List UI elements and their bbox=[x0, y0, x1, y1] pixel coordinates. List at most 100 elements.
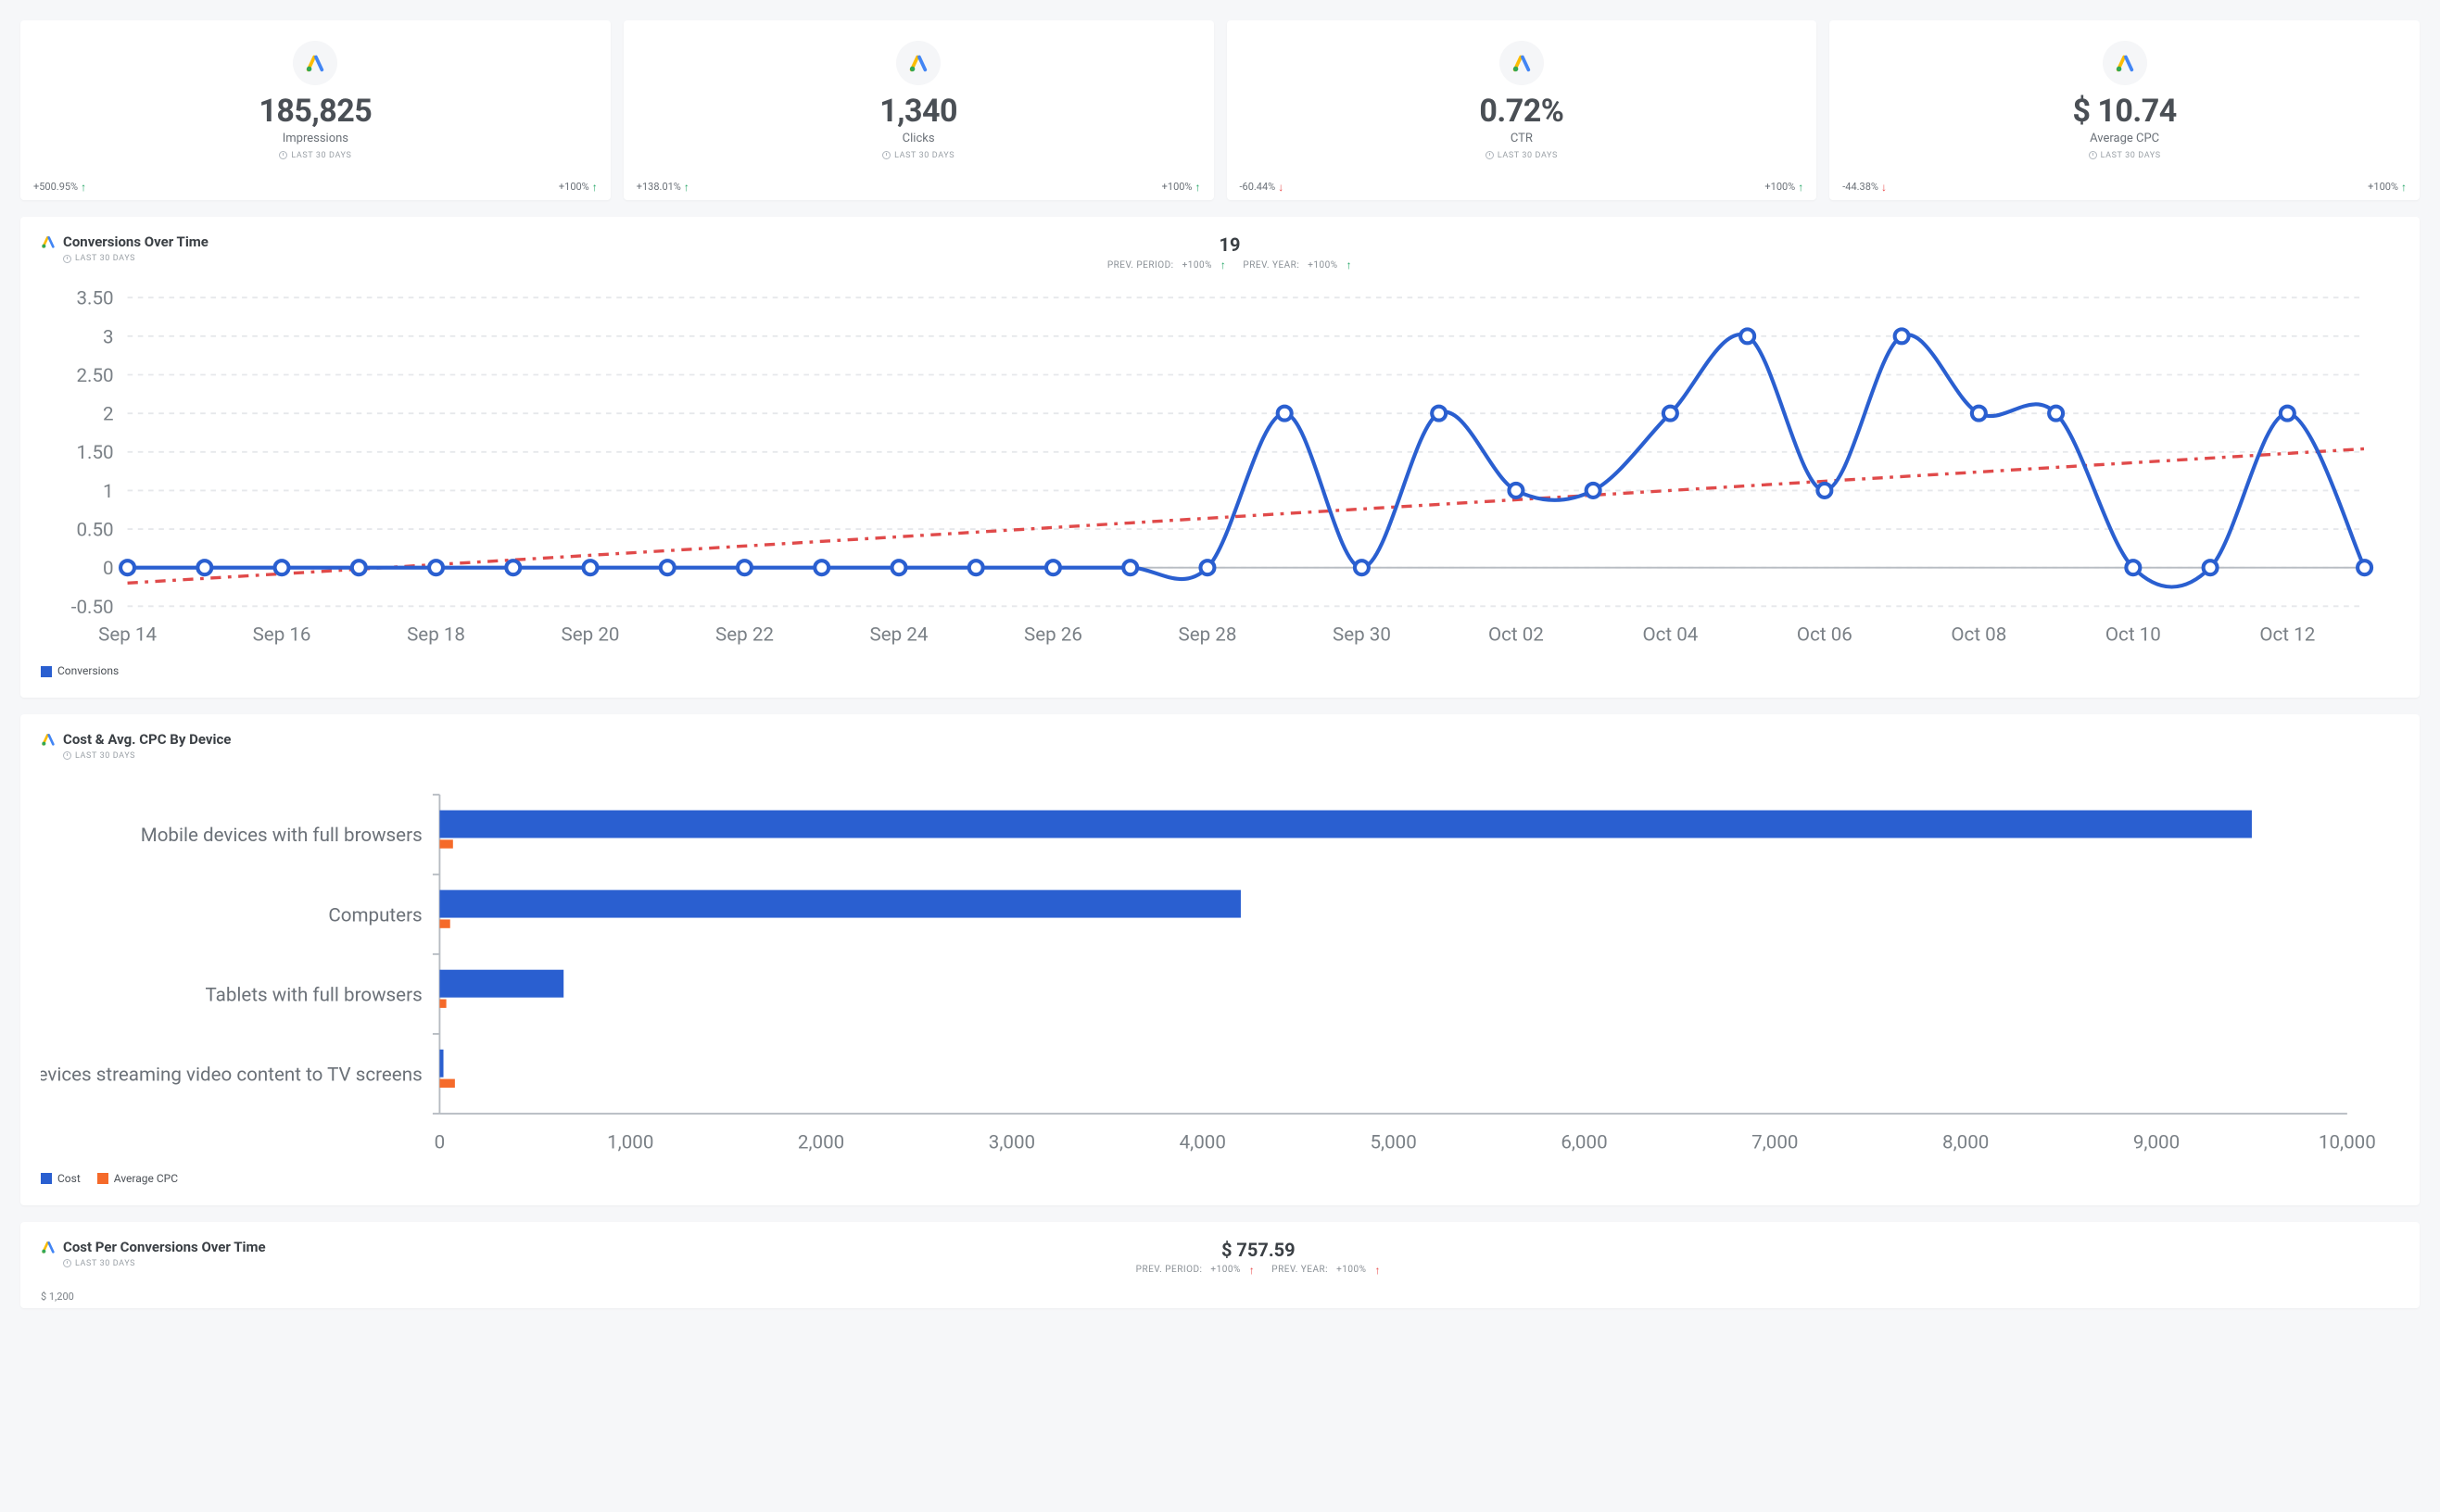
svg-text:2.50: 2.50 bbox=[76, 365, 113, 387]
svg-text:0: 0 bbox=[103, 558, 114, 580]
y-tick-peek: $ 1,200 bbox=[41, 1291, 2399, 1303]
clock-icon bbox=[279, 151, 287, 159]
svg-text:Sep 18: Sep 18 bbox=[407, 624, 465, 647]
clock-icon bbox=[1485, 151, 1494, 159]
google-ads-icon bbox=[41, 234, 56, 249]
chart-legend: Cost Average CPC bbox=[41, 1172, 2399, 1185]
kpi-period: LAST 30 DAYS bbox=[882, 151, 955, 160]
kpi-card-ctr: 0.72% CTR LAST 30 DAYS -60.44%↓ +100%↑ bbox=[1227, 20, 1817, 200]
svg-text:Mobile devices with full brows: Mobile devices with full browsers bbox=[141, 825, 423, 847]
kpi-row: 185,825 Impressions LAST 30 DAYS +500.95… bbox=[20, 20, 2420, 200]
kpi-delta-right: +100%↑ bbox=[559, 181, 598, 193]
svg-text:3,000: 3,000 bbox=[989, 1131, 1035, 1153]
svg-text:Tablets with full browsers: Tablets with full browsers bbox=[206, 984, 423, 1006]
panel-period: LAST 30 DAYS bbox=[63, 254, 209, 263]
svg-text:8,000: 8,000 bbox=[1942, 1131, 1989, 1153]
legend-swatch-cpc bbox=[97, 1173, 108, 1184]
prev-year-delta: PREV. YEAR: +100% ↑ bbox=[1243, 259, 1352, 271]
panel-period: LAST 30 DAYS bbox=[63, 1259, 266, 1268]
clock-icon bbox=[63, 255, 71, 263]
panel-cost-cpc-by-device: Cost & Avg. CPC By Device LAST 30 DAYS M… bbox=[20, 714, 2420, 1205]
svg-text:Computers: Computers bbox=[328, 904, 422, 926]
svg-text:Oct 06: Oct 06 bbox=[1797, 624, 1852, 647]
kpi-period: LAST 30 DAYS bbox=[279, 151, 351, 160]
kpi-period: LAST 30 DAYS bbox=[2089, 151, 2161, 160]
panel-cost-per-conversions: Cost Per Conversions Over Time LAST 30 D… bbox=[20, 1222, 2420, 1308]
kpi-delta-left: +500.95%↑ bbox=[33, 181, 86, 193]
svg-text:Oct 12: Oct 12 bbox=[2259, 624, 2315, 647]
google-ads-icon bbox=[293, 41, 337, 85]
kpi-period: LAST 30 DAYS bbox=[1485, 151, 1558, 160]
svg-text:1: 1 bbox=[103, 481, 114, 503]
kpi-delta-left: -44.38%↓ bbox=[1842, 181, 1887, 193]
prev-period-delta: PREV. PERIOD: +100% ↑ bbox=[1107, 259, 1227, 271]
panel-total: 19 bbox=[209, 233, 2251, 256]
panel-title: Conversions Over Time bbox=[41, 233, 209, 250]
svg-text:-0.50: -0.50 bbox=[71, 597, 114, 619]
kpi-delta-right: +100%↑ bbox=[1764, 181, 1803, 193]
panel-title: Cost Per Conversions Over Time bbox=[41, 1239, 266, 1255]
svg-text:5,000: 5,000 bbox=[1370, 1131, 1416, 1153]
google-ads-icon bbox=[41, 732, 56, 747]
svg-text:0.50: 0.50 bbox=[76, 520, 113, 542]
svg-text:Sep 26: Sep 26 bbox=[1024, 624, 1082, 647]
google-ads-icon bbox=[41, 1240, 56, 1254]
svg-text:Devices streaming video conten: Devices streaming video content to TV sc… bbox=[41, 1064, 423, 1086]
kpi-delta-right: +100%↑ bbox=[2368, 181, 2407, 193]
panel-conversions-over-time: Conversions Over Time LAST 30 DAYS 19 PR… bbox=[20, 217, 2420, 698]
svg-text:Oct 08: Oct 08 bbox=[1951, 624, 2006, 647]
svg-text:0: 0 bbox=[435, 1131, 446, 1153]
panel-title: Cost & Avg. CPC By Device bbox=[41, 731, 231, 748]
svg-text:9,000: 9,000 bbox=[2133, 1131, 2180, 1153]
clock-icon bbox=[2089, 151, 2097, 159]
kpi-value: 185,825 bbox=[33, 93, 598, 130]
svg-text:Sep 22: Sep 22 bbox=[715, 624, 774, 647]
svg-text:3.50: 3.50 bbox=[76, 288, 113, 310]
kpi-value: 0.72% bbox=[1240, 93, 1804, 130]
svg-text:1,000: 1,000 bbox=[607, 1131, 653, 1153]
svg-text:2: 2 bbox=[103, 404, 114, 426]
kpi-value: $ 10.74 bbox=[1842, 93, 2407, 130]
kpi-delta-left: +138.01%↑ bbox=[637, 181, 689, 193]
kpi-delta-left: -60.44%↓ bbox=[1240, 181, 1284, 193]
kpi-label: Impressions bbox=[33, 132, 598, 145]
svg-text:7,000: 7,000 bbox=[1751, 1131, 1798, 1153]
clock-icon bbox=[63, 751, 71, 760]
svg-text:2,000: 2,000 bbox=[798, 1131, 844, 1153]
google-ads-icon bbox=[1499, 41, 1544, 85]
clock-icon bbox=[882, 151, 891, 159]
panel-period: LAST 30 DAYS bbox=[63, 751, 231, 761]
svg-text:Oct 02: Oct 02 bbox=[1488, 624, 1544, 647]
device-bar-chart[interactable]: Mobile devices with full browsers Compute… bbox=[41, 777, 2399, 1163]
svg-text:Sep 28: Sep 28 bbox=[1178, 624, 1236, 647]
svg-text:Sep 20: Sep 20 bbox=[562, 624, 620, 647]
kpi-delta-right: +100%↑ bbox=[1162, 181, 1201, 193]
legend-swatch-cost bbox=[41, 1173, 52, 1184]
svg-text:Sep 14: Sep 14 bbox=[98, 624, 157, 647]
panel-total: $ 757.59 bbox=[266, 1239, 2251, 1261]
svg-text:4,000: 4,000 bbox=[1180, 1131, 1226, 1153]
prev-period-delta: PREV. PERIOD: +100% ↑ bbox=[1136, 1265, 1256, 1276]
svg-text:3: 3 bbox=[103, 326, 114, 348]
svg-text:Oct 04: Oct 04 bbox=[1642, 624, 1698, 647]
svg-text:Oct 10: Oct 10 bbox=[2105, 624, 2161, 647]
google-ads-icon bbox=[2103, 41, 2147, 85]
kpi-card-clicks: 1,340 Clicks LAST 30 DAYS +138.01%↑ +100… bbox=[624, 20, 1214, 200]
svg-text:Sep 30: Sep 30 bbox=[1333, 624, 1391, 647]
clock-icon bbox=[63, 1259, 71, 1267]
kpi-label: CTR bbox=[1240, 132, 1804, 145]
svg-text:1.50: 1.50 bbox=[76, 442, 113, 464]
svg-text:10,000: 10,000 bbox=[2319, 1131, 2376, 1153]
kpi-label: Clicks bbox=[637, 132, 1201, 145]
conversions-line-chart[interactable]: -0.50 0 0.50 1 1.50 2 2.50 3 3.50 Sep 14 Sep 16 Sep… bbox=[41, 287, 2399, 655]
svg-text:Sep 24: Sep 24 bbox=[870, 624, 929, 647]
kpi-label: Average CPC bbox=[1842, 132, 2407, 145]
svg-text:6,000: 6,000 bbox=[1561, 1131, 1607, 1153]
google-ads-icon bbox=[896, 41, 941, 85]
kpi-card-impressions: 185,825 Impressions LAST 30 DAYS +500.95… bbox=[20, 20, 611, 200]
prev-year-delta: PREV. YEAR: +100% ↑ bbox=[1271, 1265, 1381, 1276]
kpi-card-avg-cpc: $ 10.74 Average CPC LAST 30 DAYS -44.38%… bbox=[1829, 20, 2420, 200]
svg-text:Sep 16: Sep 16 bbox=[253, 624, 311, 647]
kpi-value: 1,340 bbox=[637, 93, 1201, 130]
chart-legend: Conversions bbox=[41, 664, 2399, 677]
